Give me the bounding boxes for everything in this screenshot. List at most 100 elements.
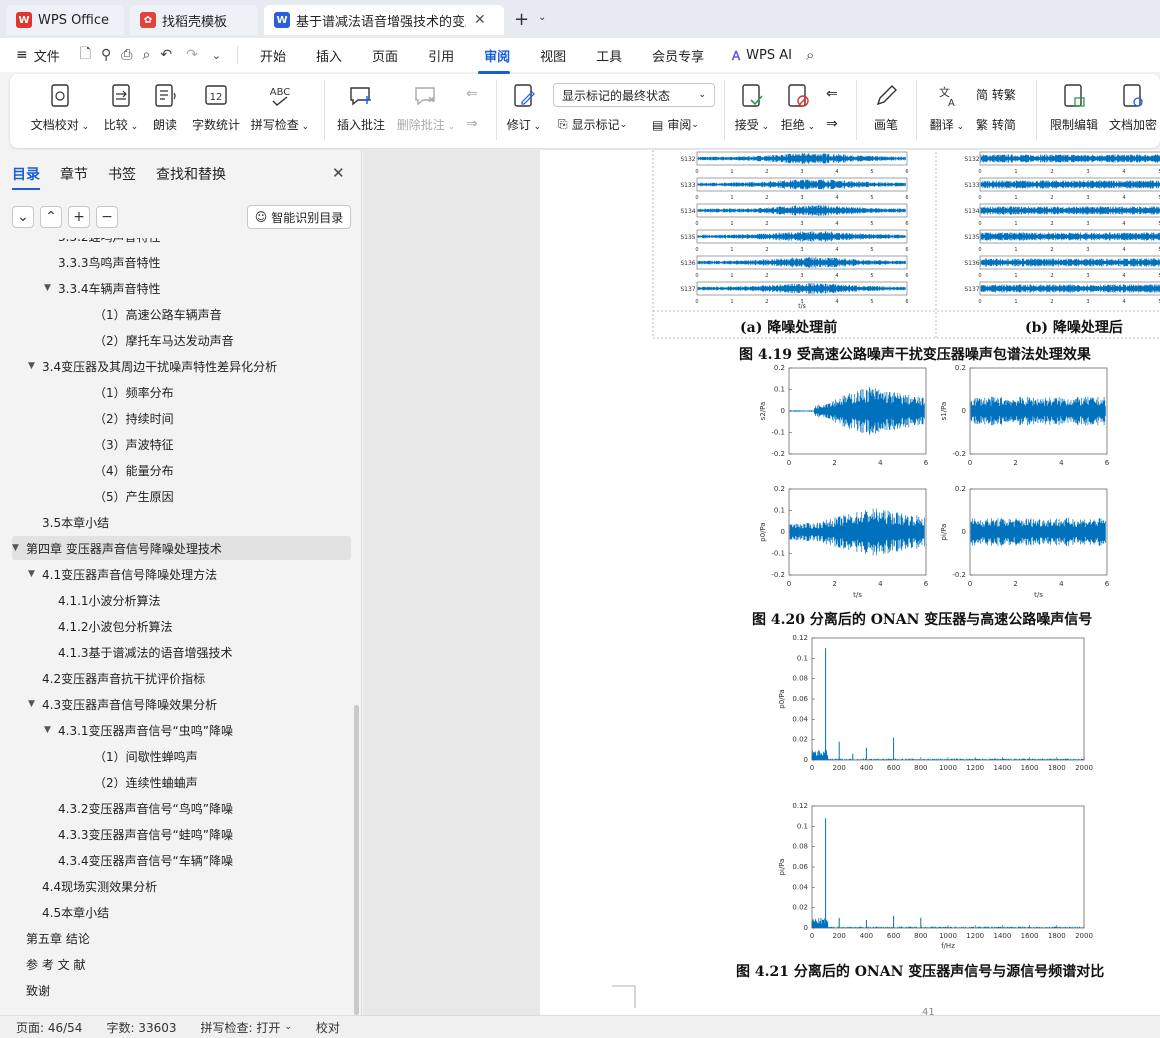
next-comment-icon[interactable]: ⇒ xyxy=(466,116,478,132)
print-icon[interactable]: ⎙ xyxy=(121,47,132,63)
menu-start[interactable]: 开始 xyxy=(248,46,298,65)
tab-template[interactable]: ✿ 找稻壳模板 xyxy=(130,5,258,35)
close-icon[interactable]: ✕ xyxy=(474,12,486,28)
toc-item[interactable]: 致谢 xyxy=(12,978,351,1002)
toc-item[interactable]: ▼ 3.3.4车辆声音特性 xyxy=(12,276,351,300)
word-count-indicator[interactable]: 字数: 33603 xyxy=(106,1019,176,1036)
toc-item[interactable]: 4.1.2小波包分析算法 xyxy=(12,614,351,638)
toc-item[interactable]: （2）摩托车马达发动声音 xyxy=(12,328,351,352)
wps-ai-icon[interactable]: Ａ xyxy=(730,47,742,64)
toc-item[interactable]: 4.1.1小波分析算法 xyxy=(12,588,351,612)
expand-button[interactable]: ⌃ xyxy=(40,206,62,228)
pen-button[interactable]: 画笔 xyxy=(866,82,906,133)
to-simplified-button[interactable]: 繁 转简 xyxy=(976,116,1016,133)
read-aloud-button[interactable]: 朗读 xyxy=(148,82,182,133)
doc-encrypt-button[interactable]: 文档加密 xyxy=(1108,82,1158,133)
toc-item[interactable]: 4.3.4变压器声音信号“车辆”降噪 xyxy=(12,848,351,872)
toc-item[interactable]: （2）持续时间 xyxy=(12,406,351,430)
tab-bookmarks[interactable]: 书签 xyxy=(108,164,136,184)
more-icon[interactable]: ⌄ xyxy=(212,49,221,62)
toc-item[interactable]: ▼ 4.3.1变压器声音信号“虫鸣”降噪 xyxy=(12,718,351,742)
toc-item[interactable]: ▼ 3.4变压器及其周边干扰噪声特性差异化分析 xyxy=(12,354,351,378)
toc-item[interactable]: ▼ 第四章 变压器声音信号降噪处理技术 xyxy=(12,536,351,560)
redo-icon[interactable]: ↷ xyxy=(186,47,198,63)
toc-item[interactable]: 4.1.3基于谱减法的语音增强技术 xyxy=(12,640,351,664)
insert-comment-button[interactable]: 插入批注 xyxy=(334,82,388,133)
word-count-button[interactable]: 12 字数统计 xyxy=(188,82,244,133)
toc-item[interactable]: 3.5本章小结 xyxy=(12,510,351,534)
toc-item[interactable]: 3.3.2蛙鸣声音特性 xyxy=(12,238,351,248)
smart-toc-button[interactable]: ☺ 智能识别目录 xyxy=(247,205,351,229)
export-icon[interactable]: ⚲ xyxy=(101,47,111,63)
toc-item[interactable]: ▼ 4.1变压器声音信号降噪处理方法 xyxy=(12,562,351,586)
expand-triangle-icon[interactable]: ▼ xyxy=(44,283,58,293)
scrollbar[interactable] xyxy=(354,705,359,1015)
delete-comment-button[interactable]: 删除批注 ⌄ xyxy=(394,82,458,133)
toc-item[interactable]: （4）能量分布 xyxy=(12,458,351,482)
collapse-button[interactable]: ⌄ xyxy=(12,206,34,228)
reject-button[interactable]: 拒绝 ⌄ xyxy=(778,82,818,133)
menu-insert[interactable]: 插入 xyxy=(298,46,354,65)
new-tab-icon[interactable]: + xyxy=(514,9,529,30)
toc-item[interactable]: 4.5本章小结 xyxy=(12,900,351,924)
menu-tools[interactable]: 工具 xyxy=(578,46,634,65)
show-markup-button[interactable]: ⎘ 显示标记 ⌄ xyxy=(558,116,627,133)
undo-icon[interactable]: ↶ xyxy=(160,47,172,63)
toc-item[interactable]: 第五章 结论 xyxy=(12,926,351,950)
remove-toc-button[interactable]: − xyxy=(96,206,118,228)
preview-icon[interactable]: ⌕ xyxy=(142,47,150,63)
menu-icon[interactable]: ≡ xyxy=(16,47,28,63)
tab-toc[interactable]: 目录 xyxy=(12,164,40,190)
toc-item[interactable]: （3）声波特征 xyxy=(12,432,351,456)
menu-review[interactable]: 审阅 xyxy=(466,46,522,74)
toc-item[interactable]: 4.4现场实测效果分析 xyxy=(12,874,351,898)
proofread-indicator[interactable]: 校对 xyxy=(316,1019,340,1036)
markup-select[interactable]: 显示标记的最终状态 ⌄ xyxy=(553,83,715,107)
spell-check-button[interactable]: ABC 拼写检查 ⌄ xyxy=(250,82,310,133)
expand-triangle-icon[interactable]: ▼ xyxy=(28,569,42,579)
toc-item[interactable]: ▼ 4.3变压器声音信号降噪效果分析 xyxy=(12,692,351,716)
prev-change-icon[interactable]: ⇐ xyxy=(826,86,838,102)
compare-button[interactable]: 比较 ⌄ xyxy=(98,82,144,133)
menu-member[interactable]: 会员专享 xyxy=(634,46,716,65)
search-icon[interactable]: ⌕ xyxy=(806,46,814,64)
toc-item[interactable]: 3.3.3鸟鸣声音特性 xyxy=(12,250,351,274)
toc-item[interactable]: 4.3.2变压器声音信号“鸟鸣”降噪 xyxy=(12,796,351,820)
accept-button[interactable]: 接受 ⌄ xyxy=(732,82,772,133)
tab-wps-office[interactable]: W WPS Office xyxy=(6,5,124,35)
toc-item[interactable]: （5）产生原因 xyxy=(12,484,351,508)
toc-item[interactable]: 参 考 文 献 xyxy=(12,952,351,976)
translate-button[interactable]: 文A 翻译 ⌄ xyxy=(924,82,970,133)
menu-view[interactable]: 视图 xyxy=(522,46,578,65)
next-change-icon[interactable]: ⇒ xyxy=(826,116,838,132)
tab-document[interactable]: W 基于谱减法语音增强技术的变压 ✕ xyxy=(264,5,504,35)
tab-find-replace[interactable]: 查找和替换 xyxy=(156,164,226,184)
expand-triangle-icon[interactable]: ▼ xyxy=(12,543,26,553)
doc-compare-button[interactable]: 文档校对 ⌄ xyxy=(28,82,92,133)
chevron-down-icon[interactable]: ⌄ xyxy=(538,12,546,23)
toc-item[interactable]: （1）间歇性蝉鸣声 xyxy=(12,744,351,768)
menu-reference[interactable]: 引用 xyxy=(410,46,466,65)
toc-item[interactable]: 4.3.3变压器声音信号“蛙鸣”降噪 xyxy=(12,822,351,846)
menu-wps-ai[interactable]: WPS AI xyxy=(742,48,804,63)
restrict-edit-button[interactable]: 限制编辑 xyxy=(1046,82,1102,133)
menu-file[interactable]: 文件 xyxy=(28,46,72,65)
expand-triangle-icon[interactable]: ▼ xyxy=(28,361,42,371)
toc-item[interactable]: 4.2变压器声音抗干扰评价指标 xyxy=(12,666,351,690)
tab-chapters[interactable]: 章节 xyxy=(60,164,88,184)
page-indicator[interactable]: 页面: 46/54 xyxy=(16,1019,82,1036)
revise-button[interactable]: 修订 ⌄ xyxy=(504,82,544,133)
menu-page[interactable]: 页面 xyxy=(354,46,410,65)
review-pane-button[interactable]: ▤ 审阅 ⌄ xyxy=(652,116,699,133)
toc-item[interactable]: （1）频率分布 xyxy=(12,380,351,404)
save-icon[interactable]: 🗋 xyxy=(80,43,91,67)
spell-check-indicator[interactable]: 拼写检查: 打开 xyxy=(201,1019,281,1036)
expand-triangle-icon[interactable]: ▼ xyxy=(28,699,42,709)
toc-item[interactable]: （1）高速公路车辆声音 xyxy=(12,302,351,326)
toc-item[interactable]: （2）连续性蛐蛐声 xyxy=(12,770,351,794)
to-traditional-button[interactable]: 简 转繁 xyxy=(976,86,1016,103)
expand-triangle-icon[interactable]: ▼ xyxy=(44,725,58,735)
close-pane-icon[interactable]: ✕ xyxy=(332,164,345,182)
prev-comment-icon[interactable]: ⇐ xyxy=(466,86,478,102)
add-toc-button[interactable]: + xyxy=(68,206,90,228)
